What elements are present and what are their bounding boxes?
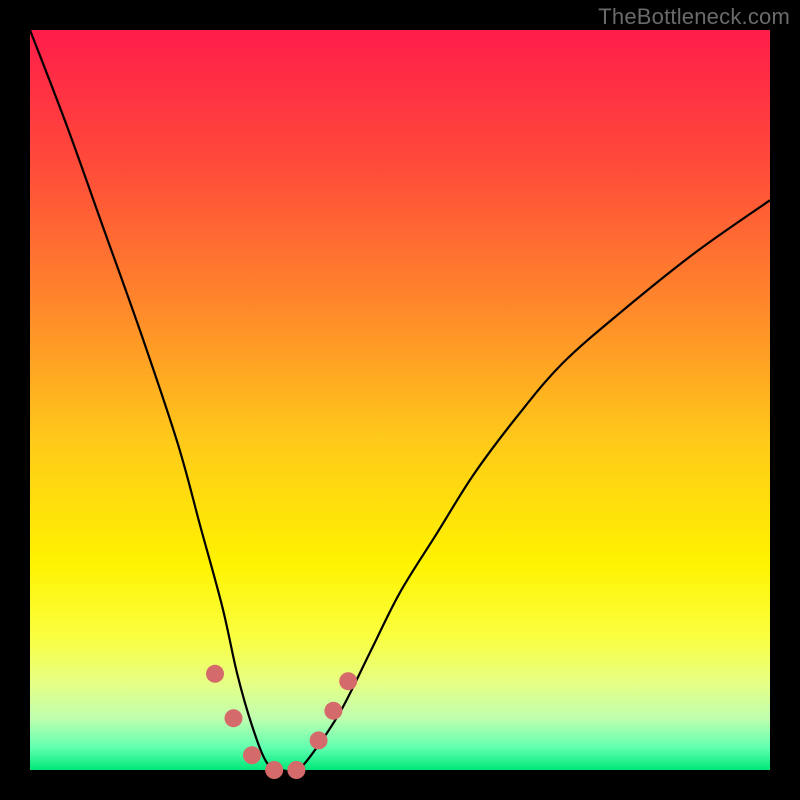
chart-frame: TheBottleneck.com (0, 0, 800, 800)
highlight-dot (339, 672, 357, 690)
highlight-dot (265, 761, 283, 779)
highlight-dot (324, 702, 342, 720)
highlight-dot (310, 731, 328, 749)
highlight-dot (243, 746, 261, 764)
gradient-background (30, 30, 770, 770)
highlight-dot (287, 761, 305, 779)
highlight-dot (206, 665, 224, 683)
chart-canvas (0, 0, 800, 800)
highlight-dot (225, 709, 243, 727)
watermark-text: TheBottleneck.com (598, 4, 790, 30)
